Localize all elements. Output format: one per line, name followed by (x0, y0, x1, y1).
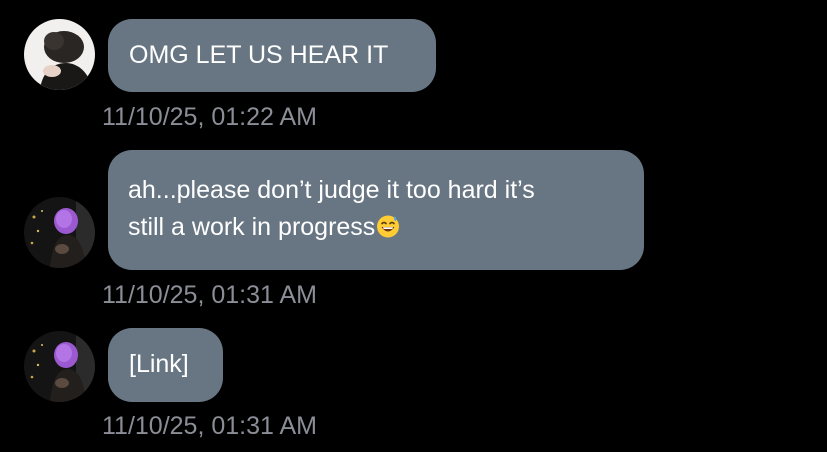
link-message-bubble[interactable]: [Link] (108, 328, 223, 402)
message-timestamp: 11/10/25, 01:31 AM (102, 281, 317, 309)
message-text-line-2: still a work in progress (128, 213, 376, 241)
chat-thread: OMG LET US HEAR IT 11/10/25, 01:22 AM ah… (0, 0, 827, 452)
message-text: OMG LET US HEAR IT (129, 41, 389, 69)
user-avatar-purple-hair (24, 331, 95, 402)
avatar[interactable] (24, 197, 95, 268)
message-bubble[interactable]: ah...please don’t judge it too hard it’s… (108, 150, 644, 270)
user-avatar-purple-hair (24, 197, 95, 268)
message-timestamp: 11/10/25, 01:22 AM (102, 103, 317, 131)
user-avatar-dark-hair (24, 19, 95, 90)
message-bubble[interactable]: OMG LET US HEAR IT (108, 19, 436, 92)
message-timestamp: 11/10/25, 01:31 AM (102, 412, 317, 440)
avatar[interactable] (24, 331, 95, 402)
message-text-line: ah...please don’t judge it too hard it’s (128, 176, 535, 204)
message-text-line: still a work in progress (128, 209, 624, 246)
link-text[interactable]: [Link] (129, 350, 189, 378)
grinning-sweat-emoji-icon (376, 214, 400, 238)
avatar[interactable] (24, 19, 95, 90)
